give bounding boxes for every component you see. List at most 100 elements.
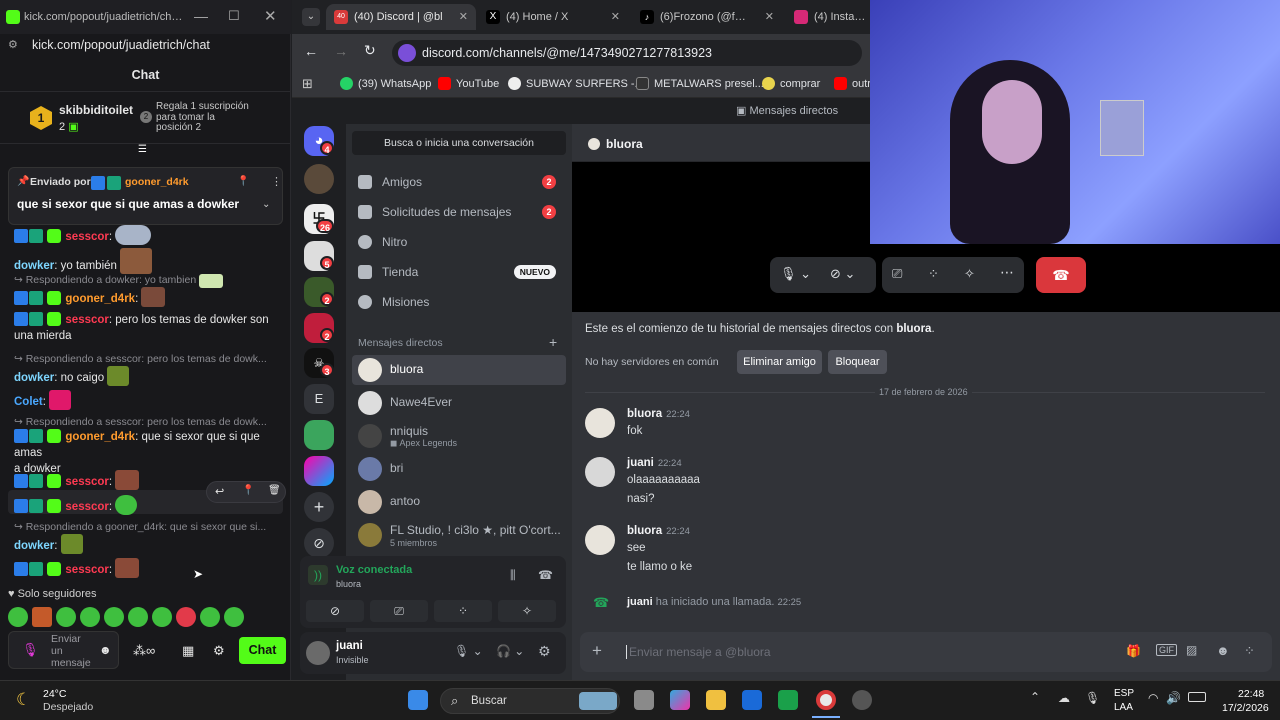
avatar[interactable] bbox=[585, 525, 615, 555]
chat-message[interactable]: dowker: bbox=[14, 534, 276, 554]
tab-instagram[interactable]: (4) Instagram bbox=[786, 4, 870, 30]
dm-item-nniquis[interactable]: nniquis ◼ Apex Legends bbox=[352, 421, 566, 451]
emoji-icon[interactable]: ☻ bbox=[99, 643, 112, 657]
bookmark-subway[interactable]: SUBWAY SURFERS -... bbox=[508, 70, 644, 98]
close-tab-icon[interactable]: ✕ bbox=[765, 4, 774, 30]
tab-tiktok[interactable]: ♪(6)Frozono (@frozon✕ bbox=[632, 4, 782, 30]
server-icon[interactable] bbox=[304, 420, 334, 450]
more-icon[interactable]: ⋮ bbox=[271, 175, 282, 188]
emote-icon[interactable] bbox=[32, 607, 52, 627]
emote-icon[interactable] bbox=[224, 607, 244, 627]
chat-message[interactable]: dowker: no caigo bbox=[14, 366, 276, 386]
more-icon[interactable]: ⋯ bbox=[1000, 264, 1014, 281]
gift-icon[interactable]: 🎁 bbox=[1126, 644, 1141, 658]
dm-item-antoo[interactable]: antoo bbox=[352, 487, 566, 517]
dm-item-nawe4ever[interactable]: Nawe4Ever bbox=[352, 388, 566, 418]
close-tab-icon[interactable]: ✕ bbox=[459, 4, 468, 30]
app-icon[interactable] bbox=[852, 690, 872, 710]
message[interactable]: bluora 22:24 see te llamo o ke bbox=[585, 525, 985, 581]
tab-search-icon[interactable]: ⌄ bbox=[302, 8, 320, 26]
dm-item-bluora[interactable]: bluora bbox=[352, 355, 566, 385]
camera-off-icon[interactable]: ⊘ ⌄ bbox=[830, 266, 855, 282]
pinned-message[interactable]: 📌 Enviado por gooner_d4rk 📍 ⋮ que si sex… bbox=[8, 167, 283, 225]
app-icon[interactable] bbox=[778, 690, 798, 710]
gear-icon[interactable]: ⚙ bbox=[538, 643, 551, 660]
bookmark-comprar[interactable]: comprar bbox=[762, 70, 820, 98]
gifter-name[interactable]: skibbiditoilet bbox=[59, 103, 133, 117]
task-view-icon[interactable] bbox=[634, 690, 654, 710]
app-icon[interactable] bbox=[742, 690, 762, 710]
wifi-icon[interactable]: ◠ bbox=[1148, 691, 1158, 705]
message-composer[interactable]: + Enviar mensaje a @bluora 🎁 GIF ▨ ☻ ⁘ bbox=[580, 632, 1272, 672]
language-indicator[interactable]: ESP bbox=[1114, 688, 1134, 699]
create-dm-icon[interactable]: + bbox=[549, 334, 557, 350]
pin-icon[interactable]: 📍 bbox=[242, 485, 254, 496]
pin-icon[interactable]: 📍 bbox=[237, 176, 249, 187]
chat-message[interactable]: dowker: yo también bbox=[14, 248, 276, 274]
emote-icon[interactable] bbox=[176, 607, 196, 627]
cloud-icon[interactable]: ☁ bbox=[1058, 691, 1070, 705]
soundboard-icon[interactable]: ✧ bbox=[964, 266, 975, 282]
menu-nitro[interactable]: Nitro bbox=[352, 227, 566, 257]
avatar[interactable] bbox=[585, 408, 615, 438]
gear-icon[interactable]: ⚙ bbox=[213, 643, 225, 659]
clock-time[interactable]: 22:48 bbox=[1238, 688, 1264, 700]
mic-icon[interactable]: 🎙 ⌄ bbox=[780, 266, 811, 282]
emote-icon[interactable] bbox=[8, 607, 28, 627]
mic-icon[interactable]: 🎙 bbox=[22, 642, 39, 658]
apps-icon[interactable]: ⁘ bbox=[1244, 643, 1255, 659]
bookmark-youtube[interactable]: YouTube bbox=[438, 70, 499, 98]
emote-icon[interactable] bbox=[56, 607, 76, 627]
hang-up-button[interactable]: ☎ bbox=[1036, 257, 1086, 293]
server-icon[interactable]: E bbox=[304, 384, 334, 414]
scroll-handle-icon[interactable]: ☰ bbox=[138, 144, 147, 155]
tab-discord[interactable]: 40 (40) Discord | @bl ✕ bbox=[326, 4, 476, 30]
mic-icon[interactable]: 🎙 ⌄ bbox=[454, 644, 483, 658]
chrome-icon[interactable] bbox=[816, 690, 836, 710]
add-server-icon[interactable]: + bbox=[304, 492, 334, 522]
bookmark-metalwars[interactable]: METALWARS presel... bbox=[636, 70, 764, 98]
chevron-down-icon[interactable]: ⌄ bbox=[262, 199, 270, 210]
bookmark-whatsapp[interactable]: (39) WhatsApp bbox=[340, 70, 431, 98]
add-attachment-icon[interactable]: + bbox=[592, 641, 602, 661]
screen-share-button[interactable]: ⎚ bbox=[370, 600, 428, 622]
chat-input[interactable]: 🎙 Enviar un mensaje ☻ bbox=[8, 631, 119, 669]
combo-icon[interactable]: ⁂∞ bbox=[133, 643, 155, 659]
chat-message[interactable]: sesscor: bbox=[14, 558, 276, 578]
volume-icon[interactable]: 🔊 bbox=[1166, 691, 1181, 705]
reply-icon[interactable]: ↩ bbox=[215, 485, 224, 498]
soundboard-icon[interactable]: ⫼ bbox=[510, 568, 516, 583]
emote-icon[interactable] bbox=[128, 607, 148, 627]
copilot-icon[interactable] bbox=[670, 690, 690, 710]
chat-message[interactable]: sesscor: pero los temas de dowker son una… bbox=[14, 312, 276, 344]
server-icon[interactable] bbox=[304, 164, 334, 194]
apps-icon[interactable]: ⊞ bbox=[302, 76, 313, 92]
emote-icon[interactable] bbox=[104, 607, 124, 627]
taskbar-search[interactable]: ⌕ Buscar bbox=[440, 688, 620, 714]
mic-icon[interactable]: 🎙 bbox=[1085, 691, 1100, 705]
address-bar[interactable]: discord.com/channels/@me/147349027127781… bbox=[392, 40, 862, 66]
emote-icon[interactable] bbox=[200, 607, 220, 627]
menu-shop[interactable]: Tienda NUEVO bbox=[352, 257, 566, 287]
menu-quests[interactable]: Misiones bbox=[352, 287, 566, 317]
activities-button[interactable]: ⁘ bbox=[434, 600, 492, 622]
remove-friend-button[interactable]: Eliminar amigo bbox=[737, 350, 822, 374]
trash-icon[interactable]: 🗑 bbox=[268, 485, 281, 496]
emoji-icon[interactable]: ☻ bbox=[1216, 643, 1230, 658]
site-info-icon[interactable]: ⚙ bbox=[8, 38, 18, 51]
site-info-icon[interactable] bbox=[398, 44, 416, 62]
close-tab-icon[interactable]: ✕ bbox=[611, 4, 620, 30]
minimize-icon[interactable]: — bbox=[194, 8, 208, 24]
pinned-user[interactable]: gooner_d4rk bbox=[125, 176, 189, 188]
clock-date[interactable]: 17/2/2026 bbox=[1222, 702, 1269, 714]
file-explorer-icon[interactable] bbox=[706, 690, 726, 710]
forward-icon[interactable]: → bbox=[334, 43, 348, 59]
menu-message-requests[interactable]: Solicitudes de mensajes 2 bbox=[352, 197, 566, 227]
discover-icon[interactable]: ⊘ bbox=[304, 528, 334, 558]
back-icon[interactable]: ← bbox=[304, 43, 318, 59]
store-icon[interactable]: ▦ bbox=[182, 643, 194, 659]
screen-share-icon[interactable]: ⎚ bbox=[892, 266, 902, 282]
message[interactable]: juani 22:24 olaaaaaaaaaa nasi? bbox=[585, 457, 985, 513]
emote-icon[interactable] bbox=[80, 607, 100, 627]
dm-search-input[interactable]: Busca o inicia una conversación bbox=[352, 131, 566, 155]
